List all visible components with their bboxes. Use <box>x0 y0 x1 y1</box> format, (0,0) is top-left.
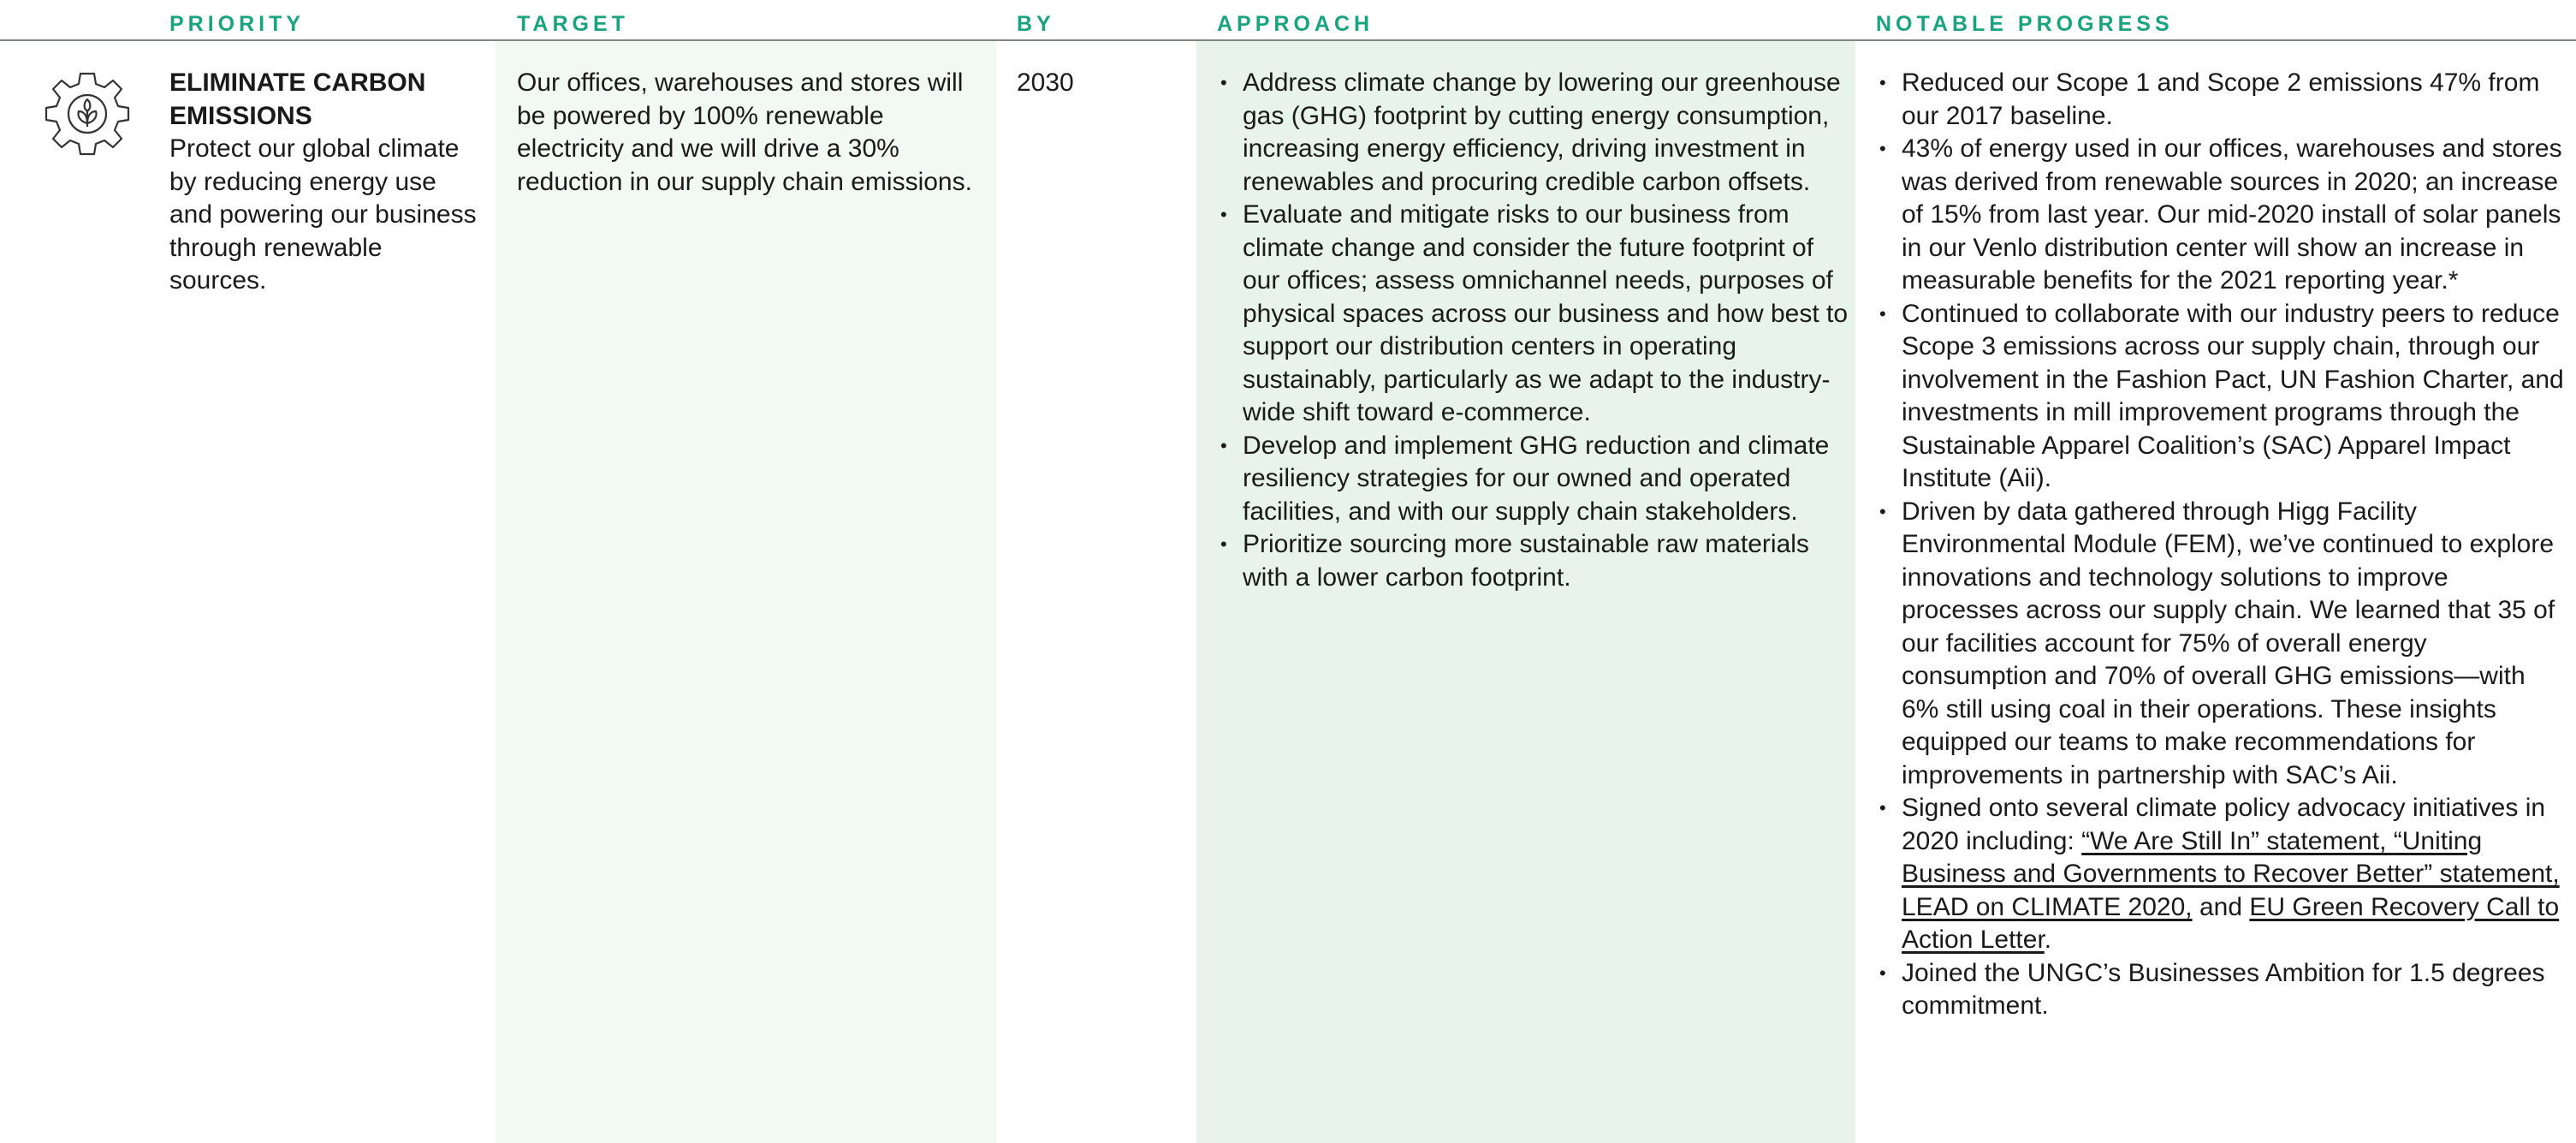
lead-on-climate-link[interactable]: LEAD on CLIMATE 2020, <box>1902 893 2193 921</box>
priority-title: ELIMINATE CARBON EMISSIONS <box>169 68 426 130</box>
header-by: BY <box>1017 12 1055 36</box>
by-year-cell: 2030 <box>1017 68 1074 97</box>
approach-item: Prioritize sourcing more sustainable raw… <box>1217 528 1850 594</box>
approach-item: Develop and implement GHG reduction and … <box>1217 430 1850 529</box>
progress-item: 43% of energy used in our offices, wareh… <box>1876 133 2569 298</box>
header-approach: APPROACH <box>1217 12 1374 36</box>
progress-item: Continued to collaborate with our indust… <box>1876 298 2569 496</box>
header-priority: PRIORITY <box>169 12 306 36</box>
priority-description: Protect our global climate by reducing e… <box>169 134 477 295</box>
target-column-background <box>496 41 996 1143</box>
approach-cell: Address climate change by lowering our g… <box>1217 67 1850 594</box>
gear-leaf-icon <box>45 72 130 156</box>
approach-list: Address climate change by lowering our g… <box>1217 67 1850 594</box>
approach-item: Address climate change by lowering our g… <box>1217 67 1850 199</box>
progress-list: Reduced our Scope 1 and Scope 2 emission… <box>1876 67 2569 1023</box>
we-are-still-in-link[interactable]: “We Are Still In” statement, <box>2081 827 2394 855</box>
target-cell: Our offices, warehouses and stores will … <box>517 68 972 196</box>
progress-item-advocacy: Signed onto several climate policy advoc… <box>1876 792 2569 957</box>
header-target: TARGET <box>517 12 629 36</box>
progress-item: Reduced our Scope 1 and Scope 2 emission… <box>1876 67 2569 133</box>
advocacy-and: and <box>2192 892 2250 921</box>
progress-item: Joined the UNGC’s Businesses Ambition fo… <box>1876 957 2569 1023</box>
priority-cell: ELIMINATE CARBON EMISSIONS Protect our g… <box>169 67 478 298</box>
header-notable-progress: NOTABLE PROGRESS <box>1876 12 2174 36</box>
progress-item: Driven by data gathered through Higg Fac… <box>1876 496 2569 793</box>
notable-progress-cell: Reduced our Scope 1 and Scope 2 emission… <box>1876 67 2569 1023</box>
approach-item: Evaluate and mitigate risks to our busin… <box>1217 199 1850 430</box>
advocacy-suffix: . <box>2044 926 2052 954</box>
table-header: PRIORITY TARGET BY APPROACH NOTABLE PROG… <box>0 0 2576 41</box>
